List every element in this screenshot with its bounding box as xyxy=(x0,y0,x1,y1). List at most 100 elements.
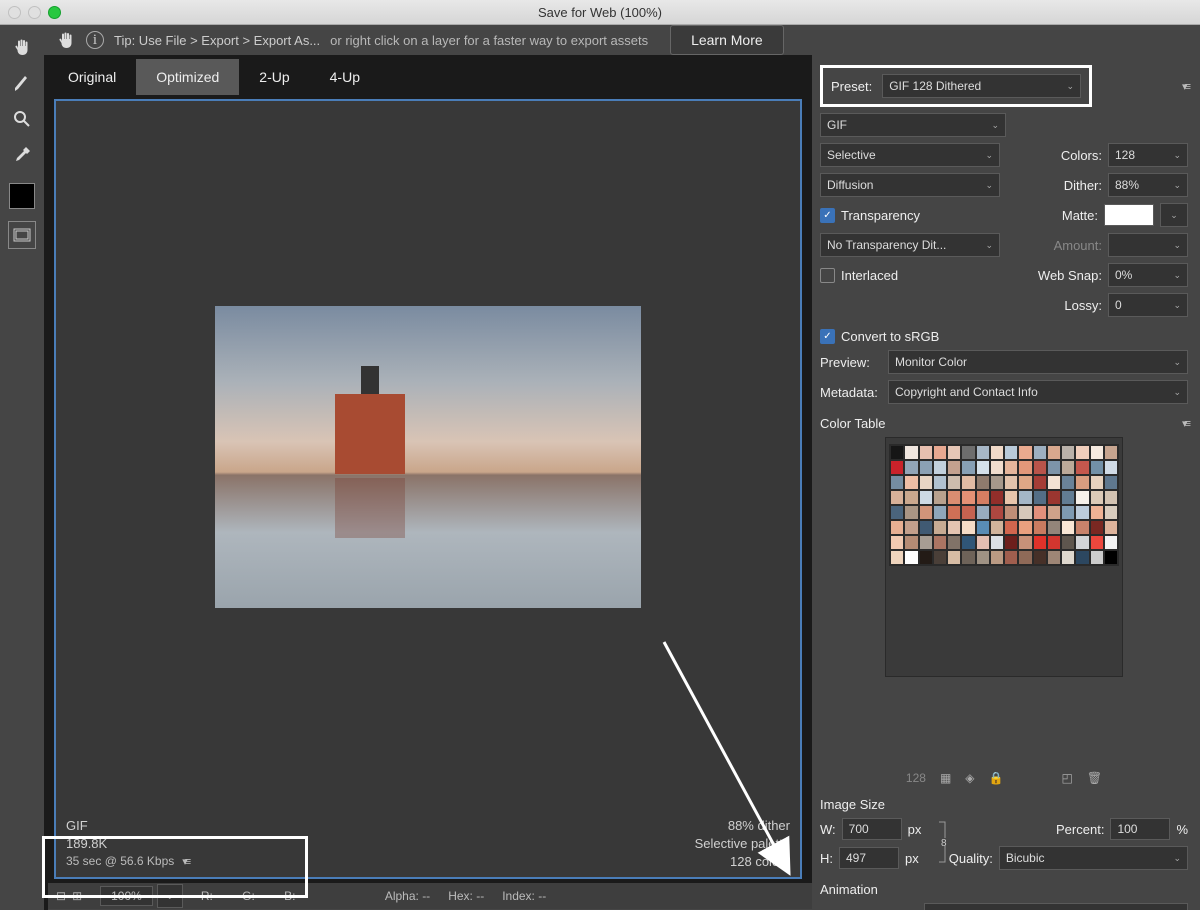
image-preview xyxy=(56,101,800,812)
percent-label: Percent: xyxy=(1056,822,1104,837)
tool-column xyxy=(0,25,44,910)
color-table-label: Color Table xyxy=(820,416,886,431)
settings-panel: Preset: GIF 128 Dithered⌄ ▾≡ GIF⌄ Select… xyxy=(812,55,1200,910)
image-size-label: Image Size xyxy=(820,797,1188,812)
status-alpha: Alpha: -- xyxy=(385,889,430,903)
colors-select[interactable]: 128⌄ xyxy=(1108,143,1188,167)
amount-select: ⌄ xyxy=(1108,233,1188,257)
metadata-select[interactable]: Copyright and Contact Info⌄ xyxy=(888,380,1188,404)
animation-label: Animation xyxy=(820,882,1188,897)
hand-tool-icon[interactable] xyxy=(10,35,34,59)
px-label: px xyxy=(908,822,922,837)
status-b: B: -- xyxy=(284,889,307,903)
plus-icon[interactable]: ⊞ xyxy=(72,889,82,903)
interlaced-label: Interlaced xyxy=(841,268,898,283)
width-input[interactable] xyxy=(842,818,902,840)
meta-format: GIF xyxy=(66,818,188,833)
color-table-menu-icon[interactable]: ▾≡ xyxy=(1182,417,1188,430)
tab-4up[interactable]: 4-Up xyxy=(310,59,380,95)
lock-icon[interactable]: 🔒 xyxy=(989,771,1004,785)
color-count: 128 xyxy=(906,771,926,785)
meta-dither: 88% dither xyxy=(695,818,790,833)
transparency-label: Transparency xyxy=(841,208,920,223)
preset-highlight: Preset: GIF 128 Dithered⌄ xyxy=(820,65,1092,107)
learn-more-button[interactable]: Learn More xyxy=(670,25,784,55)
dither-label: Dither: xyxy=(1008,178,1102,193)
zoom-dropdown[interactable]: ⌄ xyxy=(157,884,183,908)
new-color-icon[interactable]: ◰ xyxy=(1061,771,1072,785)
srgb-checkbox[interactable]: ✓ xyxy=(820,329,835,344)
transparency-checkbox[interactable]: ✓ xyxy=(820,208,835,223)
websnap-label: Web Snap: xyxy=(1008,268,1102,283)
transparency-dither-select[interactable]: No Transparency Dit...⌄ xyxy=(820,233,1000,257)
preview-image xyxy=(215,306,641,608)
colors-label: Colors: xyxy=(1008,148,1102,163)
h-label: H: xyxy=(820,851,833,866)
titlebar: Save for Web (100%) xyxy=(0,0,1200,25)
w-label: W: xyxy=(820,822,836,837)
status-bar: ⊟ ⊞ 100%⌄ R: -- G: -- B: -- Alpha: -- He… xyxy=(48,883,812,909)
interlaced-checkbox[interactable] xyxy=(820,268,835,283)
status-g: G: -- xyxy=(242,889,266,903)
lossy-label: Lossy: xyxy=(1008,298,1102,313)
color-table[interactable] xyxy=(889,444,1119,566)
minus-icon[interactable]: ⊟ xyxy=(56,889,66,903)
height-input[interactable] xyxy=(839,847,899,869)
hand-icon xyxy=(56,30,76,50)
optimize-menu-icon[interactable]: ▾≡ xyxy=(1182,80,1188,93)
tip-bar: i Tip: Use File > Export > Export As... … xyxy=(44,25,1200,55)
color-table-area xyxy=(885,437,1123,677)
slice-tool-icon[interactable] xyxy=(10,71,34,95)
eyedropper-tool-icon[interactable] xyxy=(10,143,34,167)
tab-original[interactable]: Original xyxy=(48,59,136,95)
quality-label: Quality: xyxy=(949,851,993,866)
traffic-lights xyxy=(8,6,61,19)
color-table-footer: 128 ▦ ◈ 🔒 ◰ 🗑 xyxy=(820,771,1188,785)
format-select[interactable]: GIF⌄ xyxy=(820,113,1006,137)
looping-select[interactable]: Forever⌄ xyxy=(924,903,1188,910)
meta-size: 189.8K xyxy=(66,836,188,851)
dither-value-select[interactable]: 88%⌄ xyxy=(1108,173,1188,197)
color-reduction-select[interactable]: Selective⌄ xyxy=(820,143,1000,167)
matte-swatch[interactable] xyxy=(1104,204,1154,226)
srgb-label: Convert to sRGB xyxy=(841,329,939,344)
preview-menu-icon[interactable]: ▾≡ xyxy=(182,855,188,868)
minimize-window-icon[interactable] xyxy=(28,6,41,19)
ct-icon-1[interactable]: ▦ xyxy=(940,771,951,785)
meta-palette: Selective palette xyxy=(695,836,790,851)
quality-select[interactable]: Bicubic⌄ xyxy=(999,846,1188,870)
status-r: R: -- xyxy=(201,889,224,903)
preview-profile-label: Preview: xyxy=(820,355,882,370)
metadata-label: Metadata: xyxy=(820,385,882,400)
amount-label: Amount: xyxy=(1008,238,1102,253)
preview-tabs: Original Optimized 2-Up 4-Up xyxy=(48,59,812,95)
matte-label: Matte: xyxy=(1008,208,1098,223)
websnap-select[interactable]: 0%⌄ xyxy=(1108,263,1188,287)
preview-profile-select[interactable]: Monitor Color⌄ xyxy=(888,350,1188,374)
tab-2up[interactable]: 2-Up xyxy=(239,59,309,95)
tab-optimized[interactable]: Optimized xyxy=(136,59,239,95)
zoom-tool-icon[interactable] xyxy=(10,107,34,131)
lossy-select[interactable]: 0⌄ xyxy=(1108,293,1188,317)
trash-icon[interactable]: 🗑 xyxy=(1087,771,1102,785)
meta-colors: 128 colors xyxy=(695,854,790,869)
zoom-value[interactable]: 100% xyxy=(100,886,153,906)
window-title: Save for Web (100%) xyxy=(538,5,662,20)
preview-meta: GIF 189.8K 35 sec @ 56.6 Kbps▾≡ 88% dith… xyxy=(56,812,800,877)
info-icon: i xyxy=(86,31,104,49)
matte-dropdown[interactable]: ⌄ xyxy=(1160,203,1188,227)
percent-input[interactable] xyxy=(1110,818,1170,840)
ct-icon-2[interactable]: ◈ xyxy=(965,771,974,785)
preset-select[interactable]: GIF 128 Dithered⌄ xyxy=(882,74,1081,98)
zoom-window-icon[interactable] xyxy=(48,6,61,19)
preset-label: Preset: xyxy=(831,79,872,94)
eyedropper-color-swatch[interactable] xyxy=(9,183,35,209)
status-hex: Hex: -- xyxy=(448,889,484,903)
preview-canvas[interactable]: GIF 189.8K 35 sec @ 56.6 Kbps▾≡ 88% dith… xyxy=(54,99,802,879)
percent-unit: % xyxy=(1176,822,1188,837)
toggle-slices-icon[interactable] xyxy=(8,221,36,249)
dither-type-select[interactable]: Diffusion⌄ xyxy=(820,173,1000,197)
tip-text: Tip: Use File > Export > Export As... xyxy=(114,33,320,48)
tip-text2: or right click on a layer for a faster w… xyxy=(330,33,648,48)
close-window-icon[interactable] xyxy=(8,6,21,19)
